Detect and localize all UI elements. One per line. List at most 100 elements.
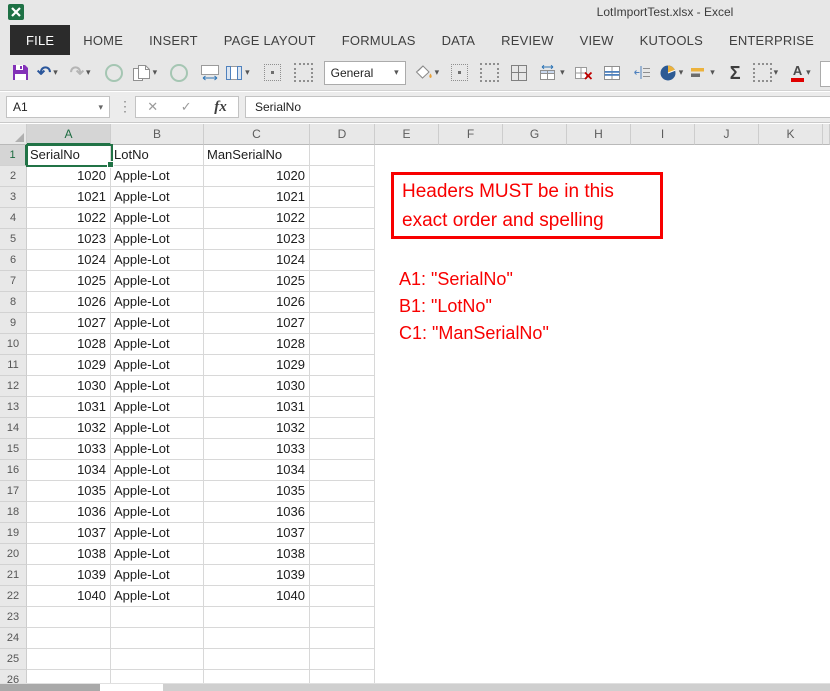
delete-cells-icon[interactable] xyxy=(574,61,593,85)
cell-B17[interactable]: Apple-Lot xyxy=(111,481,204,502)
cell-C24[interactable] xyxy=(204,628,310,649)
row-header-13[interactable]: 13 xyxy=(0,397,27,418)
cell-A14[interactable]: 1032 xyxy=(27,418,111,439)
cell-A12[interactable]: 1030 xyxy=(27,376,111,397)
cell-C17[interactable]: 1035 xyxy=(204,481,310,502)
cell-A5[interactable]: 1023 xyxy=(27,229,111,250)
cell-A23[interactable] xyxy=(27,607,111,628)
row-header-2[interactable]: 2 xyxy=(0,166,27,187)
cell-D20[interactable] xyxy=(310,544,375,565)
cell-A24[interactable] xyxy=(27,628,111,649)
column-header-g[interactable]: G xyxy=(503,124,567,145)
cell-B11[interactable]: Apple-Lot xyxy=(111,355,204,376)
insert-table-dropdown-icon[interactable]: ▾ xyxy=(560,67,565,78)
column-header-k[interactable]: K xyxy=(759,124,823,145)
pie-chart-icon[interactable] xyxy=(659,61,677,85)
cell-D2[interactable] xyxy=(310,166,375,187)
cell-B5[interactable]: Apple-Lot xyxy=(111,229,204,250)
save-icon[interactable] xyxy=(12,61,29,85)
cell-B22[interactable]: Apple-Lot xyxy=(111,586,204,607)
borders-grid-icon[interactable] xyxy=(753,61,772,85)
cell-D25[interactable] xyxy=(310,649,375,670)
ribbon-tab-kutools[interactable]: KUTOOLS xyxy=(627,25,716,55)
copy-pages-icon[interactable] xyxy=(132,61,151,85)
cell-C21[interactable]: 1039 xyxy=(204,565,310,586)
cell-D6[interactable] xyxy=(310,250,375,271)
active-sheet-tab-segment[interactable] xyxy=(100,684,163,691)
cell-B14[interactable]: Apple-Lot xyxy=(111,418,204,439)
row-header-5[interactable]: 5 xyxy=(0,229,27,250)
cell-D3[interactable] xyxy=(310,187,375,208)
cell-A13[interactable]: 1031 xyxy=(27,397,111,418)
cell-C3[interactable]: 1021 xyxy=(204,187,310,208)
autosum-icon[interactable]: Σ xyxy=(730,61,741,85)
ribbon-tab-enterprise[interactable]: ENTERPRISE xyxy=(716,25,827,55)
cell-B15[interactable]: Apple-Lot xyxy=(111,439,204,460)
cell-C5[interactable]: 1023 xyxy=(204,229,310,250)
cell-B13[interactable]: Apple-Lot xyxy=(111,397,204,418)
border-center-dot-icon[interactable] xyxy=(264,61,281,85)
border-center-dot-icon-2[interactable] xyxy=(451,61,468,85)
cell-A25[interactable] xyxy=(27,649,111,670)
cell-B6[interactable]: Apple-Lot xyxy=(111,250,204,271)
cell-D18[interactable] xyxy=(310,502,375,523)
cell-D13[interactable] xyxy=(310,397,375,418)
cell-B24[interactable] xyxy=(111,628,204,649)
column-header-e[interactable]: E xyxy=(375,124,439,145)
split-table-icon[interactable] xyxy=(603,61,621,85)
redo-icon[interactable]: ↷ xyxy=(70,61,84,85)
cell-C20[interactable]: 1038 xyxy=(204,544,310,565)
cell-B18[interactable]: Apple-Lot xyxy=(111,502,204,523)
cell-D23[interactable] xyxy=(310,607,375,628)
status-circle-icon-2[interactable] xyxy=(170,61,188,85)
cell-C25[interactable] xyxy=(204,649,310,670)
cell-D24[interactable] xyxy=(310,628,375,649)
cell-C2[interactable]: 1020 xyxy=(204,166,310,187)
row-header-24[interactable]: 24 xyxy=(0,628,27,649)
cell-B23[interactable] xyxy=(111,607,204,628)
toolbar-overflow-partial-icon[interactable] xyxy=(820,61,830,87)
cell-D4[interactable] xyxy=(310,208,375,229)
ribbon-tab-insert[interactable]: INSERT xyxy=(136,25,211,55)
ribbon-tab-review[interactable]: REVIEW xyxy=(488,25,566,55)
cell-D19[interactable] xyxy=(310,523,375,544)
cell-B19[interactable]: Apple-Lot xyxy=(111,523,204,544)
cell-A16[interactable]: 1034 xyxy=(27,460,111,481)
ribbon-tab-home[interactable]: HOME xyxy=(70,25,136,55)
row-header-4[interactable]: 4 xyxy=(0,208,27,229)
cancel-icon[interactable]: ✕ xyxy=(147,99,158,115)
cell-D15[interactable] xyxy=(310,439,375,460)
column-header-b[interactable]: B xyxy=(111,124,204,145)
border-dotted-icon-2[interactable] xyxy=(480,61,499,85)
cell-C11[interactable]: 1029 xyxy=(204,355,310,376)
ribbon-tab-formulas[interactable]: FORMULAS xyxy=(329,25,429,55)
cell-A15[interactable]: 1033 xyxy=(27,439,111,460)
column-header-i[interactable]: I xyxy=(631,124,695,145)
cell-C22[interactable]: 1040 xyxy=(204,586,310,607)
cell-D1[interactable] xyxy=(310,145,375,166)
row-header-17[interactable]: 17 xyxy=(0,481,27,502)
cell-B16[interactable]: Apple-Lot xyxy=(111,460,204,481)
cell-C12[interactable]: 1030 xyxy=(204,376,310,397)
cell-A8[interactable]: 1026 xyxy=(27,292,111,313)
cell-B7[interactable]: Apple-Lot xyxy=(111,271,204,292)
row-header-9[interactable]: 9 xyxy=(0,313,27,334)
cell-D21[interactable] xyxy=(310,565,375,586)
cell-D7[interactable] xyxy=(310,271,375,292)
pie-chart-dropdown-icon[interactable]: ▾ xyxy=(679,67,684,78)
cell-D9[interactable] xyxy=(310,313,375,334)
row-header-14[interactable]: 14 xyxy=(0,418,27,439)
row-header-3[interactable]: 3 xyxy=(0,187,27,208)
borders-grid-dropdown-icon[interactable]: ▾ xyxy=(774,67,779,78)
cell-B20[interactable]: Apple-Lot xyxy=(111,544,204,565)
cell-D10[interactable] xyxy=(310,334,375,355)
row-header-15[interactable]: 15 xyxy=(0,439,27,460)
cell-B4[interactable]: Apple-Lot xyxy=(111,208,204,229)
cell-A18[interactable]: 1036 xyxy=(27,502,111,523)
cell-D22[interactable] xyxy=(310,586,375,607)
cell-A2[interactable]: 1020 xyxy=(27,166,111,187)
row-header-8[interactable]: 8 xyxy=(0,292,27,313)
ribbon-tab-view[interactable]: VIEW xyxy=(567,25,627,55)
cell-D14[interactable] xyxy=(310,418,375,439)
undo-dropdown-icon[interactable]: ▾ xyxy=(53,67,58,78)
